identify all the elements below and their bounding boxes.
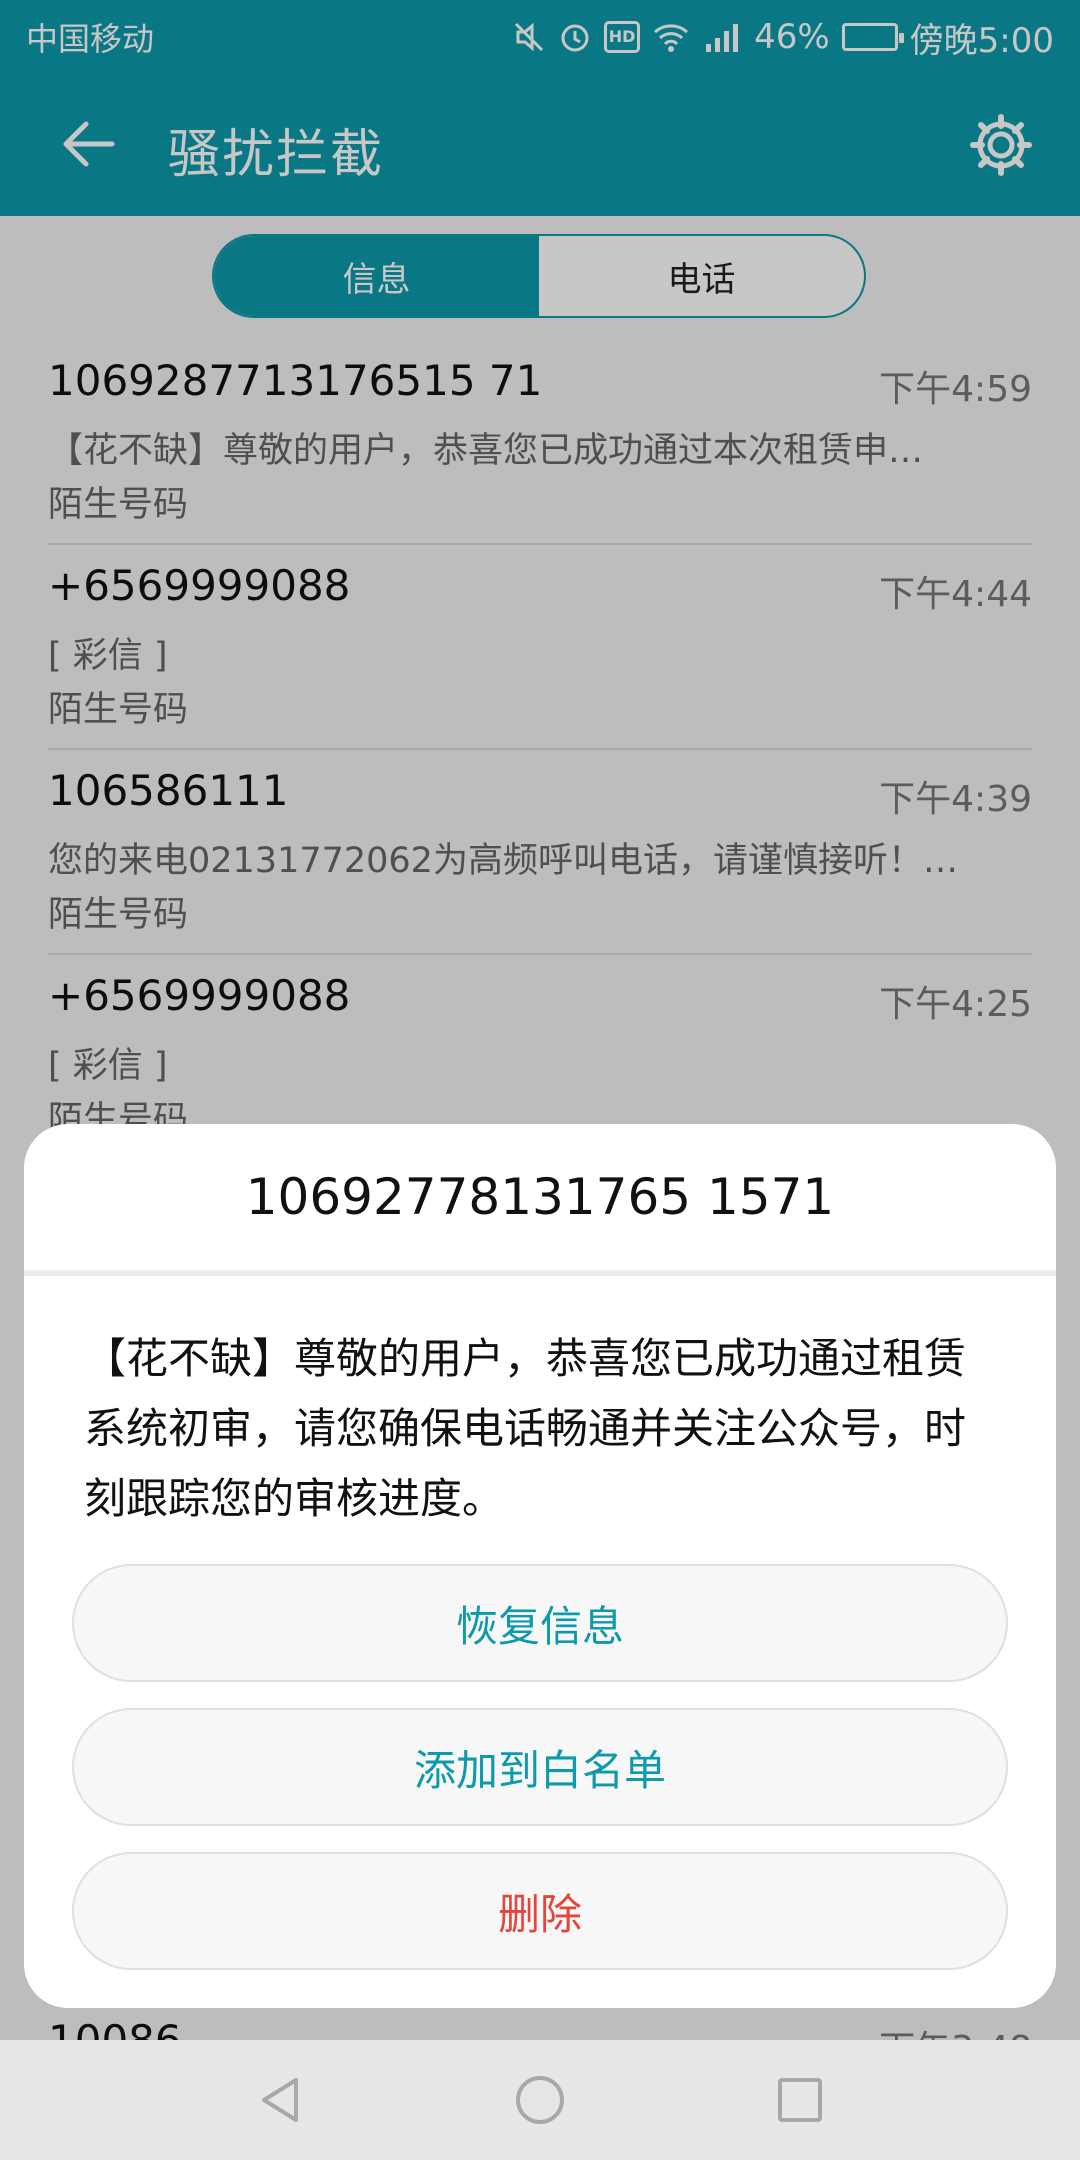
circle-home-icon	[516, 2076, 564, 2124]
message-detail-dialog: 10692778131765 1571 【花不缺】尊敬的用户，恭喜您已成功通过租…	[24, 1124, 1056, 2008]
dialog-divider	[24, 1270, 1056, 1276]
nav-recents-button[interactable]	[765, 2065, 835, 2135]
add-to-whitelist-button[interactable]: 添加到白名单	[72, 1708, 1008, 1826]
system-nav-bar	[0, 2040, 1080, 2160]
nav-home-button[interactable]	[505, 2065, 575, 2135]
square-recents-icon	[778, 2078, 822, 2122]
nav-back-button[interactable]	[245, 2065, 315, 2135]
triangle-back-icon	[262, 2078, 298, 2122]
dialog-title: 10692778131765 1571	[245, 1168, 835, 1226]
restore-message-button[interactable]: 恢复信息	[72, 1564, 1008, 1682]
delete-button[interactable]: 删除	[72, 1852, 1008, 1970]
dialog-message-body: 【花不缺】尊敬的用户，恭喜您已成功通过租赁系统初审，请您确保电话畅通并关注公众号…	[84, 1334, 967, 1523]
modal-scrim-top	[0, 0, 1080, 216]
